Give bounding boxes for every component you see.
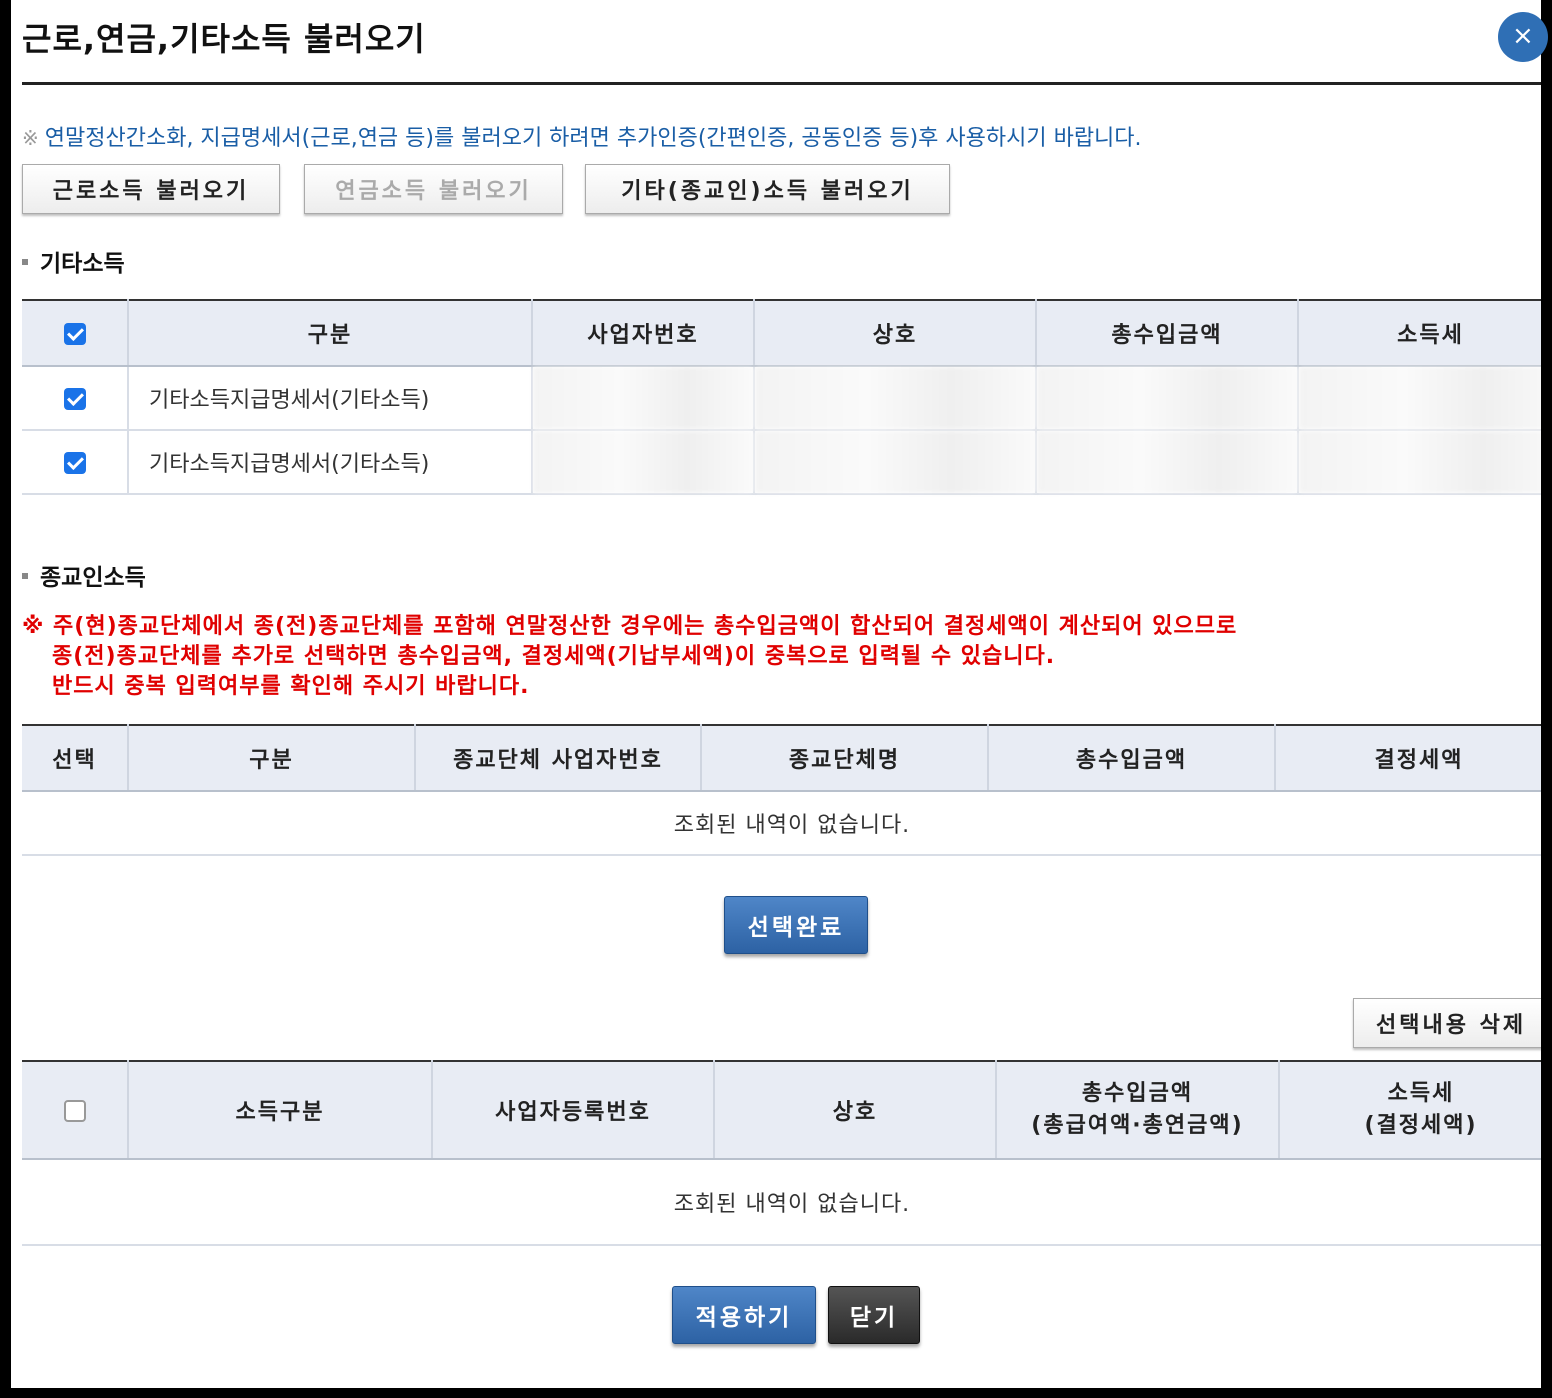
row-checkbox-cell[interactable]	[22, 366, 129, 431]
column-header: 구분	[128, 725, 416, 792]
apply-button[interactable]: 적용하기	[672, 1286, 816, 1344]
column-header: 결정세액	[1275, 725, 1541, 792]
select-all-checkbox[interactable]	[63, 322, 86, 345]
column-header: 종교단체 사업자번호	[415, 725, 702, 792]
auth-notice-text: 연말정산간소화, 지급명세서(근로,연금 등)를 불러오기 하려면 추가인증(간…	[44, 126, 1142, 151]
column-header: 총수입금액	[988, 725, 1276, 792]
select-all-checkbox[interactable]	[63, 1099, 86, 1122]
column-header: 총수입금액	[1036, 300, 1299, 367]
warning-line-1: ※ 주(현)종교단체에서 종(전)종교단체를 포함해 연말정산한 경우에는 총수…	[22, 614, 1238, 639]
load-other-income-button[interactable]: 기타(종교인)소득 불러오기	[585, 164, 950, 214]
religious-income-title-text: 종교인소득	[40, 565, 146, 591]
select-all-checkbox-cell[interactable]	[22, 1061, 129, 1160]
close-icon[interactable]: ×	[1498, 12, 1548, 62]
column-header-total-amount: 총수입금액 (총급여액·총연금액)	[996, 1061, 1280, 1160]
dialog-title: 근로,연금,기타소득 불러오기	[22, 20, 426, 58]
column-header: 구분	[128, 300, 533, 367]
column-header: 상호	[754, 300, 1037, 367]
redacted-cell	[532, 366, 755, 431]
income-type-cell: 기타소득지급명세서(기타소득)	[128, 430, 533, 495]
selected-income-table: 소득구분 사업자등록번호 상호 총수입금액 (총급여액·총연금액) 소득세 (결…	[22, 1060, 1541, 1246]
religious-income-table: 선택 구분 종교단체 사업자번호 종교단체명 총수입금액 결정세액 조회된 내역…	[22, 724, 1541, 856]
select-all-checkbox-cell[interactable]	[22, 300, 129, 367]
load-pension-income-button[interactable]: 연금소득 불러오기	[304, 164, 563, 214]
warning-line-2: 종(전)종교단체를 추가로 선택하면 총수입금액, 결정세액(기납부세액)이 중…	[52, 644, 1056, 669]
table-header-row: 선택 구분 종교단체 사업자번호 종교단체명 총수입금액 결정세액	[22, 725, 1541, 792]
bullet-square-icon	[22, 572, 28, 579]
redacted-cell	[754, 366, 1037, 431]
table-header-row: 구분 사업자번호 상호 총수입금액 소득세	[22, 300, 1541, 367]
header-line: (총급여액·총연금액)	[1031, 1113, 1244, 1138]
column-header: 선택	[22, 725, 129, 792]
table-header-row: 소득구분 사업자등록번호 상호 총수입금액 (총급여액·총연금액) 소득세 (결…	[22, 1061, 1541, 1160]
religious-income-warning: ※ 주(현)종교단체에서 종(전)종교단체를 포함해 연말정산한 경우에는 총수…	[22, 612, 1237, 702]
load-earned-income-button[interactable]: 근로소득 불러오기	[22, 164, 280, 214]
warning-line-3: 반드시 중복 입력여부를 확인해 주시기 바랍니다.	[52, 674, 530, 699]
bullet-square-icon	[22, 258, 28, 265]
title-divider	[22, 82, 1541, 85]
delete-selected-button[interactable]: 선택내용 삭제	[1353, 998, 1541, 1048]
redacted-cell	[1298, 366, 1541, 431]
redacted-cell	[1298, 430, 1541, 495]
header-line: (결정세액)	[1364, 1113, 1478, 1138]
redacted-cell	[532, 430, 755, 495]
empty-message: 조회된 내역이 없습니다.	[22, 791, 1541, 856]
income-type-cell: 기타소득지급명세서(기타소득)	[128, 366, 533, 431]
column-header-income-tax: 소득세 (결정세액)	[1279, 1061, 1541, 1160]
load-income-dialog: 근로,연금,기타소득 불러오기 ※ 연말정산간소화, 지급명세서(근로,연금 등)…	[11, 0, 1541, 1388]
table-row[interactable]: 기타소득지급명세서(기타소득)	[22, 366, 1541, 431]
header-line: 소득세	[1387, 1081, 1455, 1106]
other-income-section-title: 기타소득	[22, 244, 125, 278]
auth-notice: ※ 연말정산간소화, 지급명세서(근로,연금 등)를 불러오기 하려면 추가인증(…	[22, 120, 1142, 152]
column-header: 상호	[714, 1061, 997, 1160]
other-income-title-text: 기타소득	[40, 251, 125, 277]
empty-message: 조회된 내역이 없습니다.	[22, 1159, 1541, 1246]
redacted-cell	[1036, 366, 1299, 431]
close-button[interactable]: 닫기	[828, 1286, 920, 1344]
column-header: 소득구분	[128, 1061, 433, 1160]
notice-mark-icon: ※	[22, 126, 39, 150]
empty-row: 조회된 내역이 없습니다.	[22, 791, 1541, 856]
select-complete-button[interactable]: 선택완료	[724, 896, 868, 954]
other-income-table: 구분 사업자번호 상호 총수입금액 소득세 기타소득지급명세서(기타소득) 기타…	[22, 299, 1541, 495]
row-checkbox-cell[interactable]	[22, 430, 129, 495]
header-line: 총수입금액	[1081, 1081, 1194, 1106]
column-header: 사업자등록번호	[432, 1061, 715, 1160]
redacted-cell	[754, 430, 1037, 495]
column-header: 사업자번호	[532, 300, 755, 367]
redacted-cell	[1036, 430, 1299, 495]
row-checkbox[interactable]	[63, 387, 86, 410]
empty-row: 조회된 내역이 없습니다.	[22, 1159, 1541, 1246]
column-header: 소득세	[1298, 300, 1541, 367]
religious-income-section-title: 종교인소득	[22, 558, 146, 592]
row-checkbox[interactable]	[63, 451, 86, 474]
column-header: 종교단체명	[701, 725, 989, 792]
table-row[interactable]: 기타소득지급명세서(기타소득)	[22, 430, 1541, 495]
